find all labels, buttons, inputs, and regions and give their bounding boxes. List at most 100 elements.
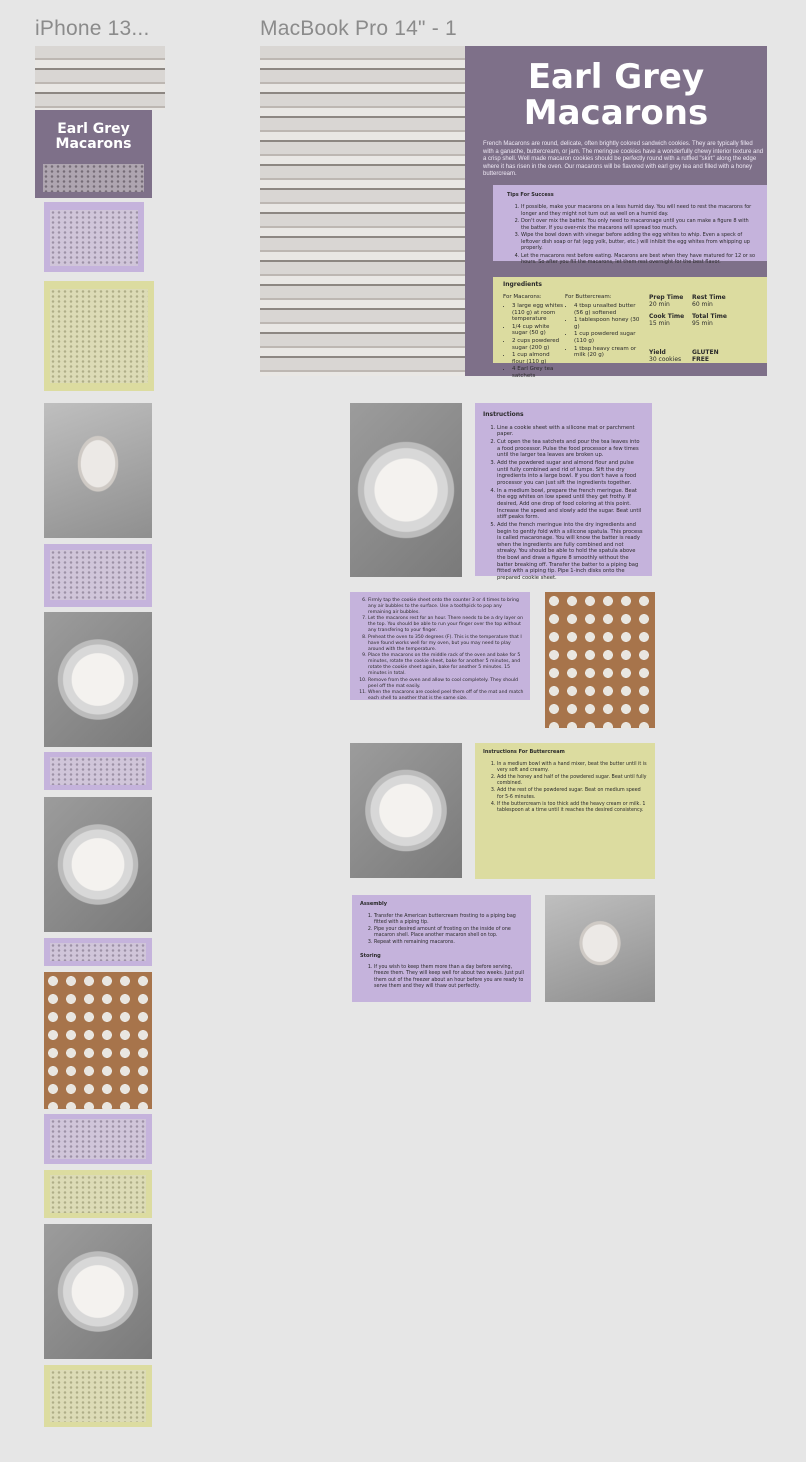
ingredient-item: 4 Earl Grey tea satchets <box>512 366 563 379</box>
instructions-card: Instructions Line a cookie sheet with a … <box>475 403 652 581</box>
tip-item: Don't over mix the batter. You only need… <box>521 218 757 231</box>
yield-value: 30 cookies <box>649 356 682 363</box>
assembly-item: Repeat with remaining macarons. <box>374 940 525 946</box>
gluten-free-badge: GLUTEN FREE <box>692 349 719 363</box>
instructions-continued-card: Firmly tap the cookie sheet onto the cou… <box>350 592 530 702</box>
cook-value: 15 min <box>649 320 670 327</box>
mobile-instructions3-text <box>50 943 146 961</box>
mobile-buttercream-photo <box>44 1224 152 1359</box>
mobile-ingredients-card <box>44 281 154 391</box>
bowl-photo <box>350 403 462 577</box>
total-value: 95 min <box>692 320 713 327</box>
mobile-tips-card <box>44 202 144 272</box>
intro-text: French Macarons are round, delicate, oft… <box>483 141 764 177</box>
mobile-instructions-text <box>50 550 146 600</box>
instruction-item: Add the honey and half of the powdered s… <box>497 775 647 787</box>
mobile-ingredients-text <box>50 289 148 383</box>
mobile-buttercream-card <box>44 1170 152 1218</box>
instruction-item: Remove from the oven and allow to cool c… <box>368 678 524 690</box>
instruction-item: Place the macarons on the middle rack of… <box>368 653 524 676</box>
mobile-tips-text <box>50 210 138 266</box>
prep-time: Prep Time 20 min <box>649 294 683 308</box>
mobile-instructions4-card <box>44 1114 152 1164</box>
assembly-heading: Assembly <box>360 901 387 907</box>
instruction-item: In a medium bowl with a hand mixer, beat… <box>497 762 647 774</box>
ingredient-item: 2 cups powdered sugar (200 g) <box>512 338 563 351</box>
buttercream-instructions-heading: Instructions For Buttercream <box>483 749 565 755</box>
mobile-instructions4-text <box>50 1119 146 1159</box>
ingredients-heading: Ingredients <box>503 281 542 288</box>
instruction-item: Add the rest of the powdered sugar. Beat… <box>497 788 647 800</box>
mobile-stacked-photo <box>44 403 152 538</box>
hero-macaron-photo <box>260 46 465 376</box>
total-label: Total Time <box>692 313 727 320</box>
yield-label: Yield <box>649 349 666 356</box>
tips-card: Tips For Success If possible, make your … <box>493 185 767 265</box>
mobile-intro-text <box>43 164 144 192</box>
storing-heading: Storing <box>360 952 381 959</box>
macarons-subheading: For Macarons: <box>503 294 542 300</box>
prep-value: 20 min <box>649 301 670 308</box>
title-line-1: Earl Grey <box>527 57 705 97</box>
buttercream-subheading: For Buttercream: <box>565 294 612 300</box>
mobile-assembly-card <box>44 1365 152 1427</box>
tips-list: If possible, make your macarons on a les… <box>507 204 757 266</box>
title-line-1: Earl Grey <box>57 121 130 137</box>
macbook-frame-label[interactable]: MacBook Pro 14" - 1 <box>260 17 457 41</box>
ingredients-macarons: For Macarons: 3 large egg whites (110 g)… <box>503 294 563 381</box>
rest-value: 60 min <box>692 301 713 308</box>
yield: Yield 30 cookies <box>649 349 681 363</box>
tips-heading: Tips For Success <box>507 192 554 198</box>
mobile-instructions2-card <box>44 752 152 790</box>
tip-item: Let the macarons rest before eating. Mac… <box>521 253 757 266</box>
iphone-frame-label[interactable]: iPhone 13... <box>35 17 150 41</box>
mobile-header: Earl Grey Macarons <box>35 110 152 198</box>
title-line-2: Macarons <box>55 135 132 152</box>
buttercream-instructions-card: Instructions For Buttercream In a medium… <box>475 743 655 879</box>
mobile-title: Earl Grey Macarons <box>35 122 152 151</box>
instruction-item: Cut open the tea satchets and pour the t… <box>497 439 644 459</box>
instruction-item: Line a cookie sheet with a silicone mat … <box>497 425 644 438</box>
ingredient-item: 3 large egg whites (110 g) at room tempe… <box>512 303 563 323</box>
instruction-item: Preheat the oven to 350 degrees (F). Thi… <box>368 635 524 652</box>
page-title: Earl Grey Macarons <box>465 57 767 133</box>
prep-label: Prep Time <box>649 294 684 301</box>
mobile-instructions3-card <box>44 938 152 966</box>
ingredient-item: 1 tbsp heavy cream or milk (20 g) <box>574 346 640 359</box>
mobile-instructions2-text <box>50 757 146 785</box>
mobile-hero-photo <box>35 46 165 110</box>
instruction-item: Firmly tap the cookie sheet onto the cou… <box>368 598 524 615</box>
ingredient-item: 1 tablespoon honey (30 g) <box>574 317 640 330</box>
ingredient-item: 4 tbsp unsalted butter (56 g) softened <box>574 303 640 316</box>
mobile-mat-photo <box>44 972 152 1109</box>
instruction-item: When the macarons are cooled peel them o… <box>368 690 524 702</box>
stacked-macarons-photo <box>545 895 655 1002</box>
silicone-mat-photo <box>545 592 655 728</box>
assembly-item: Transfer the American buttercream frosti… <box>374 914 525 926</box>
instruction-item: Add the powdered sugar and almond flour … <box>497 460 644 487</box>
mobile-bowl-photo <box>44 612 152 747</box>
mobile-assembly-text <box>50 1370 146 1422</box>
buttercream-photo <box>350 743 462 878</box>
mobile-instructions-card <box>44 544 152 607</box>
ingredients-buttercream: For Buttercream: 4 tbsp unsalted butter … <box>565 294 640 360</box>
tip-item: If possible, make your macarons on a les… <box>521 204 757 217</box>
cook-label: Cook Time <box>649 313 685 320</box>
instruction-item: If the buttercream is too thick add the … <box>497 802 647 814</box>
ingredient-item: 1 cup powdered sugar (110 g) <box>574 331 640 344</box>
rest-time: Rest Time 60 min <box>692 294 726 308</box>
ingredients-card: Ingredients For Macarons: 3 large egg wh… <box>493 277 767 379</box>
assembly-card: Assembly Transfer the American buttercre… <box>352 895 531 1002</box>
ingredient-item: 1/4 cup white sugar (50 g) <box>512 324 563 337</box>
assembly-item: Pipe your desired amount of frosting on … <box>374 927 525 939</box>
cook-time: Cook Time 15 min <box>649 313 684 327</box>
instruction-item: Add the french meringue into the dry ing… <box>497 522 644 582</box>
storing-item: If you wish to keep them more than a day… <box>374 965 525 990</box>
instructions-heading: Instructions <box>483 411 524 418</box>
instruction-item: In a medium bowl, prepare the french mer… <box>497 488 644 521</box>
rest-label: Rest Time <box>692 294 726 301</box>
mobile-buttercream-text <box>50 1175 146 1213</box>
instruction-item: Let the macarons rest for an hour. There… <box>368 616 524 633</box>
title-line-2: Macarons <box>523 92 709 133</box>
total-time: Total Time 95 min <box>692 313 727 327</box>
